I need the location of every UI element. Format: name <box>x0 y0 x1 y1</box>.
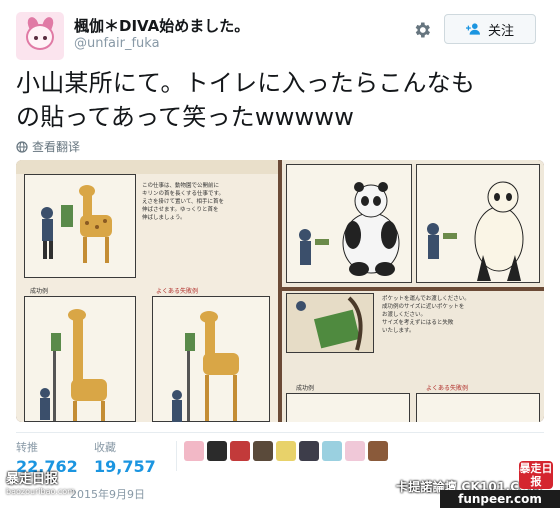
follow-label: 关注 <box>487 23 514 39</box>
tweet-header: 楓伽＊DIVA始めました。 @unfair_fuka 关注 <box>16 12 544 60</box>
tweet-text-line: 小山某所にて。トイレに入ったらこんなも <box>16 69 476 97</box>
instructions-text: ポケットを運んでお渡しください。 成功例のサイズに近いポケットを お渡しください… <box>382 296 470 334</box>
tweet-text-line: の貼ってあって笑ったwwwww <box>16 103 355 131</box>
failure-example-panel <box>152 296 270 422</box>
liker-avatars <box>184 441 388 461</box>
success-example-label: 成功例 <box>30 288 49 295</box>
watermark-left: 暴走日报 baozouribao.com <box>6 468 75 504</box>
failure-example-label: よくある失敗例 <box>156 288 199 295</box>
avatar[interactable] <box>16 12 64 60</box>
stats-divider <box>176 441 177 471</box>
media-photo-panda[interactable] <box>282 160 544 287</box>
tweet-text: 小山某所にて。トイレに入ったらこんなも の貼ってあって笑ったwwwww <box>16 66 544 134</box>
panda-panel-1 <box>286 164 412 283</box>
watermark-badge: 暴走日报 <box>519 461 553 489</box>
follow-button[interactable]: 关注 <box>444 14 536 44</box>
liker-avatar[interactable] <box>299 441 319 461</box>
liker-avatar[interactable] <box>322 441 342 461</box>
globe-icon <box>16 140 28 153</box>
watermark-left-url: baozouribao.com <box>6 487 75 496</box>
panda-illustration <box>427 181 524 281</box>
media-photo-instructions[interactable]: ポケットを運んでお渡しください。 成功例のサイズに近いポケットを お渡しください… <box>282 291 544 422</box>
tweet-timestamp[interactable]: 2015年9月9日 <box>70 486 145 502</box>
panda-panel-2 <box>416 164 540 283</box>
like-value: 19,757 <box>94 457 156 476</box>
watermark-left-title: 暴走日报 <box>6 472 59 487</box>
translate-label: 查看翻译 <box>32 140 81 154</box>
poster-description: この仕事は、動物園で公開前に キリンの首を長くする仕事です。 えさを掛けて置いて… <box>142 183 225 221</box>
like-count[interactable]: 收藏 19,757 <box>94 439 156 476</box>
translate-link[interactable]: 查看翻译 <box>16 138 80 155</box>
liker-avatar[interactable] <box>207 441 227 461</box>
tweet-stats: 转推 22,762 收藏 19,757 <box>16 432 544 476</box>
person-add-icon <box>465 23 480 35</box>
display-name[interactable]: 楓伽＊DIVA始めました。 <box>74 15 249 36</box>
success-example-panel <box>286 393 410 422</box>
poster-top-illustration <box>24 174 136 278</box>
tweet-media[interactable]: この仕事は、動物園で公開前に キリンの首を長くする仕事です。 えさを掛けて置いて… <box>16 160 544 422</box>
stretched-giraffe-illustration <box>172 311 239 422</box>
watermark-funpeer: funpeer.com <box>440 490 560 508</box>
liker-avatar[interactable] <box>368 441 388 461</box>
gear-icon[interactable] <box>412 20 432 40</box>
media-photo-giraffe[interactable]: この仕事は、動物園で公開前に キリンの首を長くする仕事です。 えさを掛けて置いて… <box>16 160 278 422</box>
liker-avatar[interactable] <box>230 441 250 461</box>
tall-giraffe-illustration <box>40 309 107 421</box>
liker-avatar[interactable] <box>184 441 204 461</box>
liker-avatar[interactable] <box>345 441 365 461</box>
failure-example-panel <box>416 393 540 422</box>
pocket-illustration <box>286 293 374 353</box>
liker-avatar[interactable] <box>253 441 273 461</box>
retweet-label: 转推 <box>16 441 38 454</box>
success-example-panel <box>24 296 136 422</box>
keeper-pocket-illustration <box>296 296 363 351</box>
keeper-giraffe-illustration <box>41 185 112 263</box>
success-example-label: 成功例 <box>296 385 315 392</box>
liker-avatar[interactable] <box>276 441 296 461</box>
failure-example-label: よくある失敗例 <box>426 385 469 392</box>
user-handle[interactable]: @unfair_fuka <box>74 36 160 51</box>
panda-illustration <box>299 182 400 276</box>
like-label: 收藏 <box>94 441 116 454</box>
